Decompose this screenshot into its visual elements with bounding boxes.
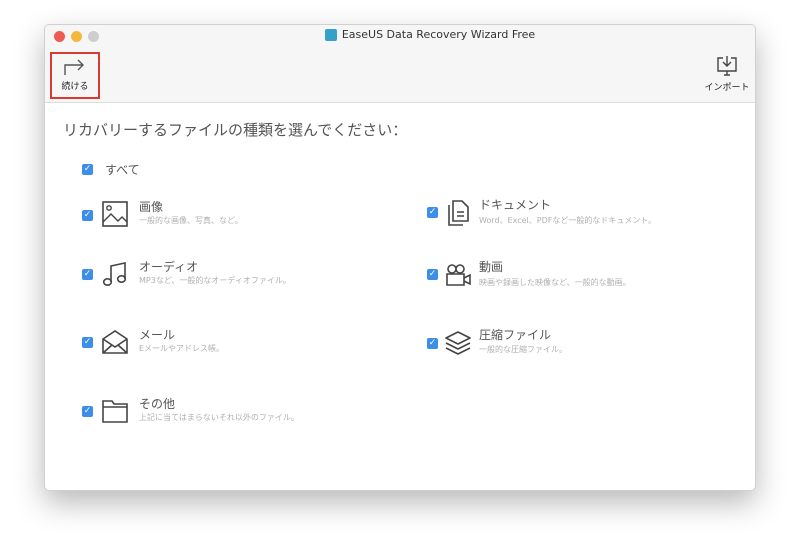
item-desc-video: 映画や録画した映像など、一般的な動画。 bbox=[479, 278, 631, 287]
app-icon bbox=[324, 28, 337, 41]
checkbox-mail[interactable]: ✓ bbox=[82, 337, 93, 348]
forward-arrow-icon bbox=[64, 59, 84, 75]
image-icon bbox=[102, 201, 128, 227]
continue-label: 続ける bbox=[61, 82, 89, 92]
app-window: EaseUS Data Recovery Wizard Free 続ける インポ… bbox=[44, 24, 756, 491]
import-icon bbox=[717, 56, 737, 76]
document-icon bbox=[448, 200, 469, 226]
checkbox-images[interactable]: ✓ bbox=[82, 210, 93, 221]
select-all-label: すべて bbox=[105, 163, 140, 177]
item-desc-other: 上記に当てはまらないそれ以外のファイル。 bbox=[139, 413, 299, 422]
mail-icon bbox=[102, 330, 128, 354]
checkbox-audio[interactable]: ✓ bbox=[82, 269, 93, 280]
item-desc-audio: MP3など、一般的なオーディオファイル。 bbox=[139, 276, 291, 285]
item-desc-archives: 一般的な圧縮ファイル。 bbox=[479, 345, 567, 354]
import-button[interactable]: インポート bbox=[703, 55, 751, 93]
item-label-images: 画像 bbox=[139, 200, 164, 214]
continue-button[interactable]: 続ける bbox=[50, 52, 100, 99]
import-label: インポート bbox=[704, 83, 750, 93]
video-icon bbox=[446, 264, 471, 286]
item-label-video: 動画 bbox=[479, 260, 504, 274]
music-icon bbox=[102, 262, 127, 286]
layers-icon bbox=[445, 331, 471, 355]
checkbox-archives[interactable]: ✓ bbox=[427, 338, 438, 349]
window-title: EaseUS Data Recovery Wizard Free bbox=[45, 28, 755, 41]
window-title-text: EaseUS Data Recovery Wizard Free bbox=[341, 28, 536, 41]
item-desc-mail: Eメールやアドレス帳。 bbox=[139, 344, 225, 353]
checkbox-video[interactable]: ✓ bbox=[427, 269, 438, 280]
item-label-documents: ドキュメント bbox=[479, 198, 552, 212]
item-label-mail: メール bbox=[139, 328, 176, 342]
item-label-audio: オーディオ bbox=[139, 260, 199, 274]
item-desc-images: 一般的な画像、写真、など。 bbox=[139, 216, 243, 225]
checkbox-other[interactable]: ✓ bbox=[82, 406, 93, 417]
page-heading: リカバリーするファイルの種類を選んでください： bbox=[63, 121, 408, 139]
select-all-checkbox[interactable]: ✓ bbox=[82, 164, 93, 175]
checkbox-documents[interactable]: ✓ bbox=[427, 207, 438, 218]
item-desc-documents: Word、Excel、PDFなど一般的なドキュメント。 bbox=[479, 216, 657, 225]
item-label-other: その他 bbox=[139, 397, 176, 411]
item-label-archives: 圧縮ファイル bbox=[479, 328, 552, 342]
folder-icon bbox=[102, 400, 128, 423]
titlebar: EaseUS Data Recovery Wizard Free 続ける インポ… bbox=[45, 25, 755, 103]
